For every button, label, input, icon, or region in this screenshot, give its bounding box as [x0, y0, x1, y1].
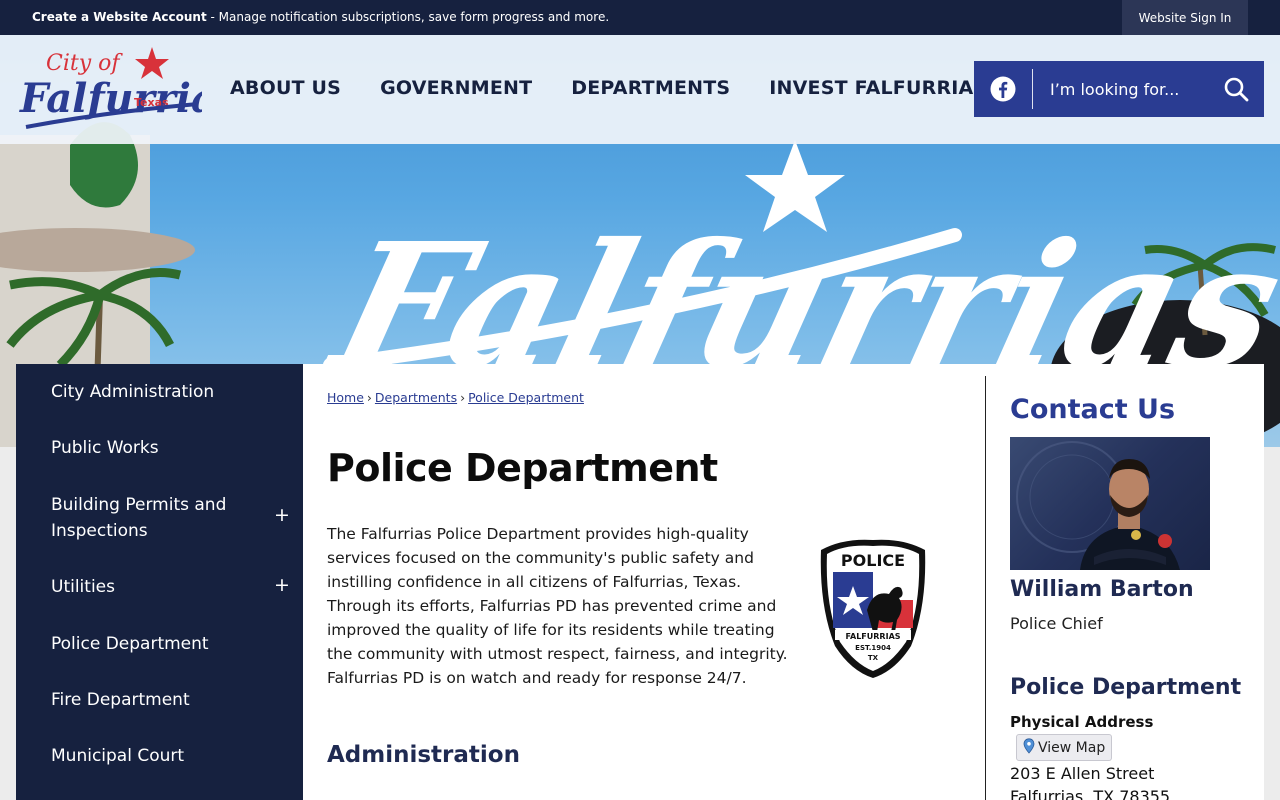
address-line-1: 203 E Allen Street	[1010, 764, 1155, 783]
top-bar: Create a Website Account - Manage notifi…	[0, 0, 1280, 35]
expand-plus-icon[interactable]: +	[274, 504, 290, 526]
sidebar-item-label: Municipal Court	[51, 746, 185, 766]
sidebar-item-municipal-court[interactable]: Municipal Court	[16, 743, 303, 799]
search-icon[interactable]	[1222, 75, 1250, 103]
account-banner-text: - Manage notification subscriptions, sav…	[206, 10, 610, 24]
sign-in-button[interactable]: Website Sign In	[1122, 0, 1248, 35]
sidebar-item-label: Building Permits and Inspections	[51, 495, 227, 541]
breadcrumb-separator: ›	[460, 390, 466, 405]
police-badge-image: POLICE FALFURRIAS EST.1904 TX	[815, 536, 931, 682]
contact-us-title: Contact Us	[1010, 394, 1176, 425]
nav-departments[interactable]: DEPARTMENTS	[571, 77, 730, 99]
address-line-2: Falfurrias, TX 78355	[1010, 787, 1171, 800]
contact-department: Police Department	[1010, 675, 1242, 700]
badge-top-text: POLICE	[841, 551, 905, 570]
sidebar-item-label: Fire Department	[51, 690, 190, 710]
nav-invest-falfurrias[interactable]: INVEST FALFURRIAS	[769, 77, 987, 99]
svg-text:City of: City of	[46, 51, 123, 76]
city-logo[interactable]: City of Falfurrias Texas	[16, 42, 239, 138]
intro-paragraph: The Falfurrias Police Department provide…	[327, 525, 788, 687]
page-title: Police Department	[327, 446, 718, 490]
search-divider	[1032, 69, 1033, 109]
sidebar-item-label: Utilities	[51, 577, 115, 597]
nav-government[interactable]: GOVERNMENT	[380, 77, 532, 99]
sidebar-item-fire-department[interactable]: Fire Department	[16, 687, 303, 743]
search-bar	[974, 61, 1264, 117]
breadcrumb-home[interactable]: Home	[327, 390, 364, 405]
view-map-button[interactable]: View Map	[1016, 734, 1112, 761]
breadcrumb-departments[interactable]: Departments	[375, 390, 457, 405]
sidebar-item-label: Police Department	[51, 634, 209, 654]
intro-text-block: POLICE FALFURRIAS EST.1904 TX The Falfur…	[327, 522, 931, 690]
breadcrumb: Home › Departments › Police Department	[327, 390, 584, 405]
badge-est-text: EST.1904	[855, 644, 891, 652]
main-nav: ABOUT US GOVERNMENT DEPARTMENTS INVEST F…	[230, 77, 987, 99]
create-account-link[interactable]: Create a Website Account	[32, 10, 207, 24]
account-banner: Create a Website Account - Manage notifi…	[32, 10, 609, 24]
expand-plus-icon[interactable]: +	[274, 574, 290, 596]
police-chief-photo	[1010, 437, 1210, 570]
section-heading-administration: Administration	[327, 742, 520, 768]
sidebar-item-police-department[interactable]: Police Department	[16, 631, 303, 687]
physical-address-label: Physical Address	[1010, 713, 1154, 731]
contact-name: William Barton	[1010, 577, 1194, 602]
sidebar-item-public-works[interactable]: Public Works	[16, 435, 303, 491]
sidebar-item-building-permits[interactable]: Building Permits and Inspections +	[16, 492, 303, 560]
badge-state-text: TX	[868, 654, 879, 662]
contact-role: Police Chief	[1010, 614, 1103, 633]
facebook-icon[interactable]	[974, 61, 1032, 117]
sidebar-item-city-administration[interactable]: City Administration	[16, 379, 303, 435]
search-input[interactable]	[1040, 71, 1212, 107]
department-sidebar: City Administration Public Works Buildin…	[16, 364, 303, 800]
badge-name-text: FALFURRIAS	[845, 632, 900, 641]
breadcrumb-separator: ›	[366, 390, 372, 405]
map-pin-icon	[1023, 737, 1035, 758]
sidebar-item-label: City Administration	[51, 382, 215, 402]
sidebar-item-utilities[interactable]: Utilities +	[16, 574, 303, 630]
view-map-label: View Map	[1038, 739, 1106, 756]
nav-about-us[interactable]: ABOUT US	[230, 77, 341, 99]
column-divider	[985, 376, 986, 800]
breadcrumb-police-department[interactable]: Police Department	[468, 390, 584, 405]
sidebar-item-label: Public Works	[51, 438, 159, 458]
